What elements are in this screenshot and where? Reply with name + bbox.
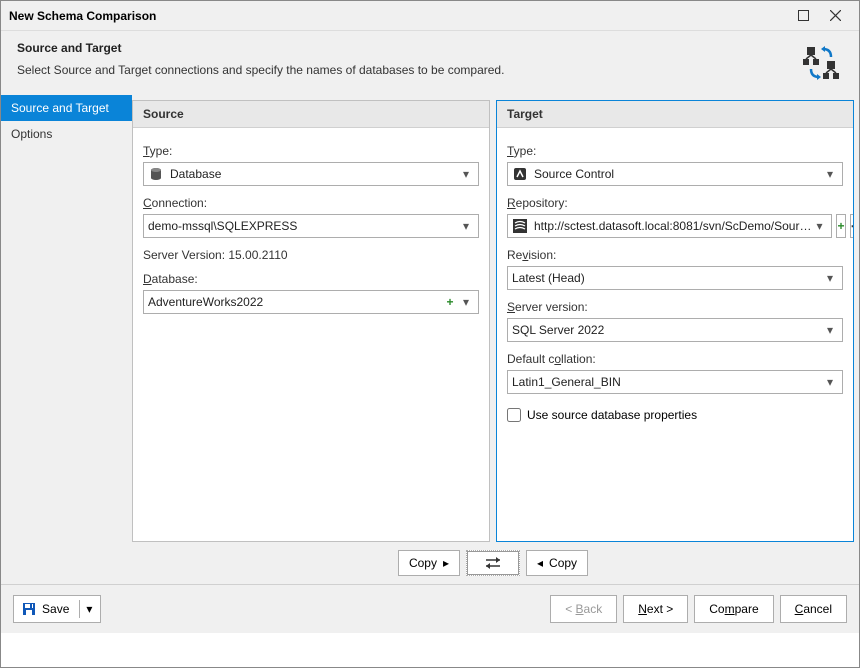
arrow-right-icon: ▸ xyxy=(443,556,449,570)
source-connection-dropdown[interactable]: demo-mssql\SQLEXPRESS ▾ xyxy=(143,214,479,238)
database-icon xyxy=(148,166,164,182)
target-server-version-dropdown[interactable]: SQL Server 2022 ▾ xyxy=(507,318,843,342)
target-type-label: Type: xyxy=(507,144,843,158)
wizard-body: Source and Target Options Source TType:y… xyxy=(1,95,859,584)
swap-button[interactable] xyxy=(466,550,520,576)
target-server-version-value: SQL Server 2022 xyxy=(512,323,822,337)
source-type-dropdown[interactable]: Database ▾ xyxy=(143,162,479,186)
save-icon xyxy=(22,602,36,616)
source-database-value: AdventureWorks2022 xyxy=(148,295,442,309)
target-repository-label: Repository: xyxy=(507,196,843,210)
chevron-down-icon: ▾ xyxy=(822,375,838,389)
svn-icon xyxy=(512,218,528,234)
main-content: Source TType:ype: Database ▾ Connection:… xyxy=(132,95,859,584)
sidebar-item-source-target[interactable]: Source and Target xyxy=(1,95,132,121)
use-source-properties-row: Use source database properties xyxy=(507,408,843,422)
sidebar-item-label: Source and Target xyxy=(11,101,109,115)
target-revision-value: Latest (Head) xyxy=(512,271,822,285)
maximize-button[interactable] xyxy=(787,1,819,31)
page-description: Select Source and Target connections and… xyxy=(17,63,789,77)
source-connection-label: Connection: xyxy=(143,196,479,210)
source-database-dropdown[interactable]: AdventureWorks2022 + ▾ xyxy=(143,290,479,314)
chevron-down-icon: ▾ xyxy=(458,167,474,181)
target-type-value: Source Control xyxy=(534,167,822,181)
target-collation-label: Default collation: xyxy=(507,352,843,366)
copy-label: Copy xyxy=(549,556,577,570)
add-repository-button[interactable]: + xyxy=(836,214,845,238)
target-collation-value: Latin1_General_BIN xyxy=(512,375,822,389)
compare-button[interactable]: Compare xyxy=(694,595,773,623)
use-source-properties-checkbox[interactable] xyxy=(507,408,521,422)
chevron-down-icon: ▾ xyxy=(458,295,474,309)
close-button[interactable] xyxy=(819,1,851,31)
target-panel: Target Type: Source Control ▾ Repository… xyxy=(496,100,854,542)
plus-icon: + xyxy=(837,219,844,233)
source-database-label: Database: xyxy=(143,272,479,286)
wizard-header: Source and Target Select Source and Targ… xyxy=(1,31,859,95)
source-server-version: Server Version: 15.00.2110 xyxy=(143,248,479,262)
target-collation-dropdown[interactable]: Latin1_General_BIN ▾ xyxy=(507,370,843,394)
save-label: Save xyxy=(42,602,69,616)
source-type-label: TType:ype: xyxy=(143,144,479,158)
chevron-down-icon: ▾ xyxy=(822,271,838,285)
target-panel-title: Target xyxy=(497,101,853,128)
copy-swap-bar: Copy ▸ ◂ Copy xyxy=(132,542,854,584)
compare-schema-icon xyxy=(799,41,843,85)
sidebar-item-options[interactable]: Options xyxy=(1,121,132,147)
cancel-button[interactable]: Cancel xyxy=(780,595,847,623)
wizard-footer: Save ▾ < Back Next > Compare Cancel xyxy=(1,584,859,633)
sidebar-item-label: Options xyxy=(11,127,52,141)
target-revision-dropdown[interactable]: Latest (Head) ▾ xyxy=(507,266,843,290)
save-split-arrow[interactable]: ▾ xyxy=(79,600,92,618)
target-revision-label: Revision: xyxy=(507,248,843,262)
source-panel-title: Source xyxy=(133,101,489,128)
chevron-down-icon: ▾ xyxy=(811,219,827,233)
compare-label: Compare xyxy=(709,602,758,616)
save-button[interactable]: Save ▾ xyxy=(13,595,101,623)
browse-repository-button[interactable]: ⋯ xyxy=(850,214,855,238)
next-button[interactable]: Next > xyxy=(623,595,688,623)
copy-label: Copy xyxy=(409,556,437,570)
target-type-dropdown[interactable]: Source Control ▾ xyxy=(507,162,843,186)
page-title: Source and Target xyxy=(17,41,789,55)
back-button[interactable]: < Back xyxy=(550,595,617,623)
chevron-down-icon: ▾ xyxy=(458,219,474,233)
chevron-down-icon: ▾ xyxy=(822,167,838,181)
maximize-icon xyxy=(798,10,809,21)
chevron-down-icon: ▾ xyxy=(822,323,838,337)
window-title: New Schema Comparison xyxy=(9,9,787,23)
plus-icon[interactable]: + xyxy=(442,295,458,309)
close-icon xyxy=(830,10,841,21)
source-control-icon xyxy=(512,166,528,182)
copy-to-left-button[interactable]: ◂ Copy xyxy=(526,550,588,576)
source-panel: Source TType:ype: Database ▾ Connection:… xyxy=(132,100,490,542)
target-repository-dropdown[interactable]: http://sctest.datasoft.local:8081/svn/Sc… xyxy=(507,214,832,238)
ellipsis-icon: ⋯ xyxy=(851,219,855,233)
use-source-properties-label: Use source database properties xyxy=(527,408,697,422)
swap-icon xyxy=(483,556,503,570)
source-type-value: Database xyxy=(170,167,458,181)
next-label: Next > xyxy=(638,602,673,616)
arrow-left-icon: ◂ xyxy=(537,556,543,570)
cancel-label: Cancel xyxy=(795,602,832,616)
back-label: < Back xyxy=(565,602,602,616)
target-repository-value: http://sctest.datasoft.local:8081/svn/Sc… xyxy=(534,219,811,233)
copy-to-right-button[interactable]: Copy ▸ xyxy=(398,550,460,576)
target-server-version-label: Server version: xyxy=(507,300,843,314)
titlebar: New Schema Comparison xyxy=(1,1,859,31)
source-connection-value: demo-mssql\SQLEXPRESS xyxy=(148,219,458,233)
sidebar: Source and Target Options xyxy=(1,95,132,584)
